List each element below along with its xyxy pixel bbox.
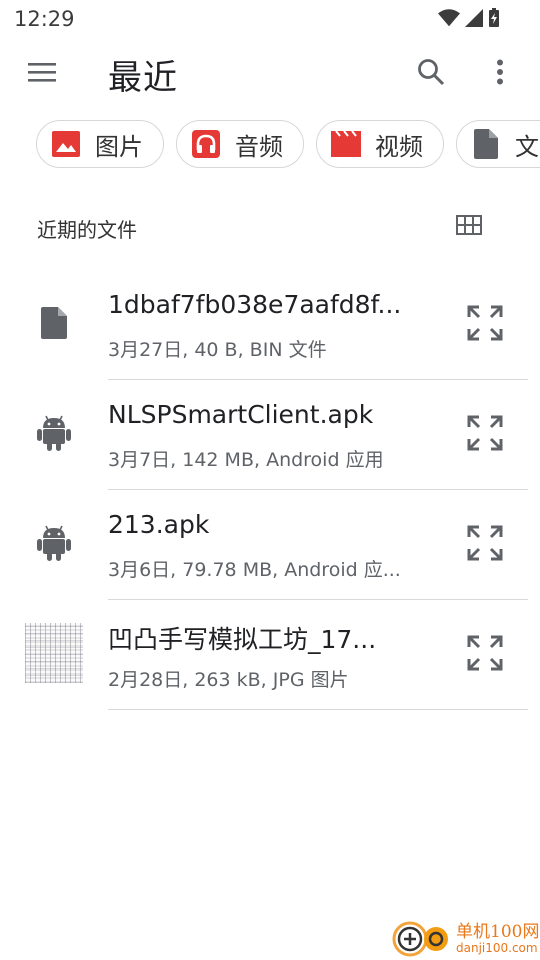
status-bar: 12:29 <box>0 0 540 38</box>
headphones-icon <box>191 129 221 159</box>
section-title: 近期的文件 <box>37 218 137 242</box>
image-thumbnail <box>24 622 84 684</box>
watermark: 单机100网 danji100.com <box>390 915 540 960</box>
filter-chips: 图片 音频 视频 文 <box>36 120 540 168</box>
list-item[interactable]: 凹凸手写模拟工坊_17... 2月28日, 263 kB, JPG 图片 <box>0 600 540 710</box>
chip-label: 文 <box>515 132 539 161</box>
wifi-icon <box>438 9 460 27</box>
status-time: 12:29 <box>14 7 75 31</box>
preview-button[interactable] <box>462 410 508 456</box>
search-button[interactable] <box>408 50 454 94</box>
file-name: 213.apk <box>108 510 210 539</box>
more-options-button[interactable] <box>478 50 522 94</box>
image-icon <box>51 129 81 159</box>
preview-button[interactable] <box>462 300 508 346</box>
android-icon <box>24 402 84 464</box>
movie-icon <box>331 129 361 159</box>
file-name: NLSPSmartClient.apk <box>108 400 374 429</box>
preview-button[interactable] <box>462 630 508 676</box>
expand-icon <box>467 525 503 561</box>
watermark-name: 单机100网 <box>456 922 540 942</box>
file-name: 1dbaf7fb038e7aafd8f... <box>108 290 402 319</box>
chip-label: 图片 <box>95 132 143 161</box>
chip-label: 音频 <box>235 132 283 161</box>
chip-audio[interactable]: 音频 <box>176 120 304 168</box>
preview-button[interactable] <box>462 520 508 566</box>
status-icons <box>438 8 500 28</box>
grid-view-icon <box>456 215 482 235</box>
chip-label: 视频 <box>375 132 423 161</box>
expand-icon <box>467 635 503 671</box>
app-bar: 最近 <box>0 40 540 106</box>
list-item[interactable]: 1dbaf7fb038e7aafd8f... 3月27日, 40 B, BIN … <box>0 270 540 380</box>
page-title: 最近 <box>108 58 178 98</box>
expand-icon <box>467 415 503 451</box>
search-icon <box>418 59 445 86</box>
chip-videos[interactable]: 视频 <box>316 120 444 168</box>
list-item[interactable]: NLSPSmartClient.apk 3月7日, 142 MB, Androi… <box>0 380 540 490</box>
list-item[interactable]: 213.apk 3月6日, 79.78 MB, Android 应... <box>0 490 540 600</box>
file-meta: 3月27日, 40 B, BIN 文件 <box>108 339 327 361</box>
file-meta: 3月6日, 79.78 MB, Android 应... <box>108 559 401 581</box>
signal-icon <box>465 9 483 27</box>
android-icon <box>24 512 84 574</box>
chip-documents[interactable]: 文 <box>456 120 540 168</box>
file-icon <box>24 292 84 354</box>
file-meta: 2月28日, 263 kB, JPG 图片 <box>108 669 349 691</box>
watermark-logo-icon <box>392 921 448 957</box>
file-meta: 3月7日, 142 MB, Android 应用 <box>108 449 384 471</box>
hamburger-menu-icon <box>28 63 56 82</box>
expand-icon <box>467 305 503 341</box>
menu-button[interactable] <box>18 52 66 92</box>
thumbnail-image <box>25 623 83 683</box>
file-name: 凹凸手写模拟工坊_17... <box>108 625 377 654</box>
recent-files-list: 1dbaf7fb038e7aafd8f... 3月27日, 40 B, BIN … <box>0 270 540 710</box>
watermark-url: danji100.com <box>456 941 538 955</box>
more-vert-icon <box>497 59 503 85</box>
chip-images[interactable]: 图片 <box>36 120 164 168</box>
grid-view-toggle[interactable] <box>452 208 486 242</box>
battery-charging-icon <box>489 8 499 27</box>
document-icon <box>471 129 501 159</box>
divider <box>108 708 528 710</box>
